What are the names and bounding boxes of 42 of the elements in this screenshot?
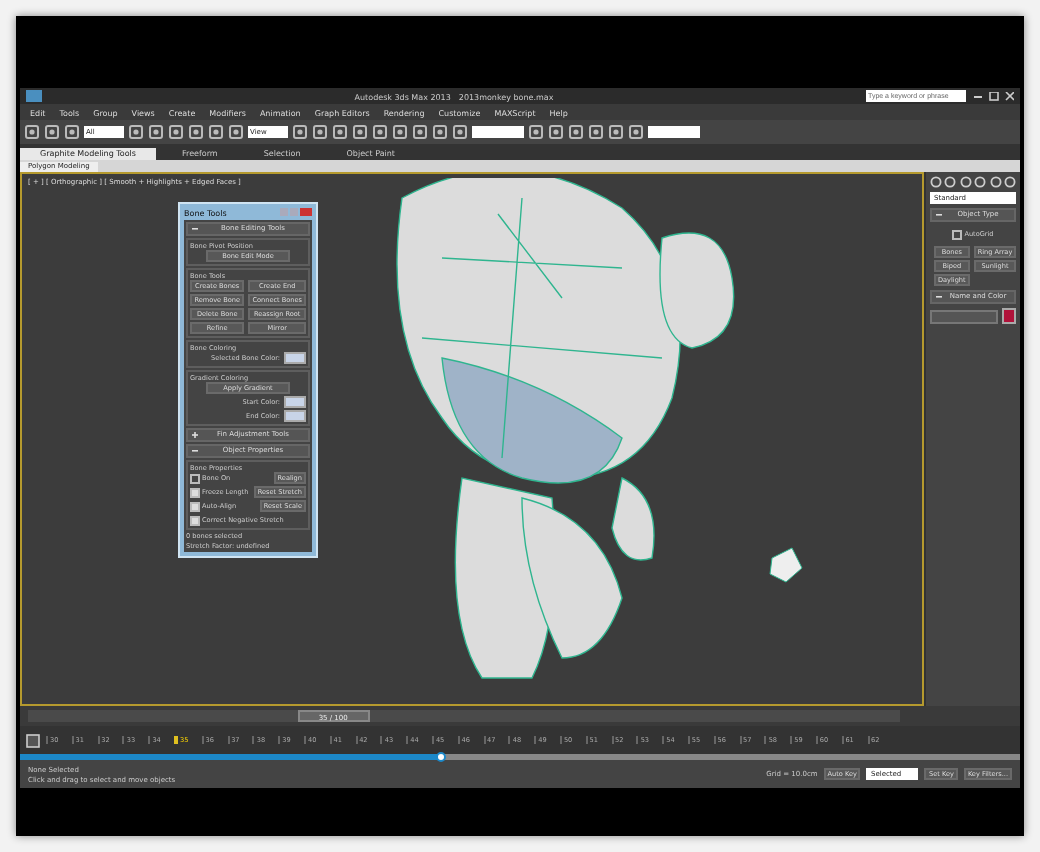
checkbox[interactable]: [190, 501, 200, 511]
toolbar-tool-icon[interactable]: [64, 124, 80, 140]
toolbar-tool-icon[interactable]: [168, 124, 184, 140]
key-icon[interactable]: [26, 733, 40, 747]
minus-icon: [936, 212, 942, 218]
toolbar-tool-icon[interactable]: [412, 124, 428, 140]
checkbox[interactable]: [190, 487, 200, 497]
minus-icon: [192, 448, 198, 454]
checkbox[interactable]: [952, 229, 963, 239]
color-swatch[interactable]: [284, 352, 306, 364]
toolbar-tool-icon[interactable]: [332, 124, 348, 140]
plus-icon: [192, 432, 198, 438]
toolbar-tool-icon[interactable]: [312, 124, 328, 140]
toolbar-tool-icon[interactable]: [188, 124, 204, 140]
toolbar-tool-icon[interactable]: [628, 124, 644, 140]
toolbar-tool-icon[interactable]: [352, 124, 368, 140]
window-controls-icon[interactable]: [974, 91, 1014, 101]
color-swatch[interactable]: [284, 410, 306, 422]
toolbar-tool-icon[interactable]: [588, 124, 604, 140]
toolbar-tool-icon[interactable]: [148, 124, 164, 140]
toolbar-tool-icon[interactable]: [44, 124, 60, 140]
toolbar-tool-icon[interactable]: [208, 124, 224, 140]
viewport[interactable]: [20, 172, 924, 706]
toolbar-tool-icon[interactable]: [432, 124, 448, 140]
toolbar-tool-icon[interactable]: [528, 124, 544, 140]
color-swatch[interactable]: [284, 396, 306, 408]
toolbar-tool-icon[interactable]: [568, 124, 584, 140]
checkbox[interactable]: [190, 515, 200, 525]
toolbar-tool-icon[interactable]: [548, 124, 564, 140]
toolbar-tool-icon[interactable]: [452, 124, 468, 140]
name-field[interactable]: [930, 309, 998, 323]
toolbar-tool-icon[interactable]: [24, 124, 40, 140]
toolbar-tool-icon[interactable]: [292, 124, 308, 140]
toolbar-tool-icon[interactable]: [372, 124, 388, 140]
toolbar-tool-icon[interactable]: [128, 124, 144, 140]
toolbar-tool-icon[interactable]: [392, 124, 408, 140]
toolbar-tool-icon[interactable]: [228, 124, 244, 140]
checkbox[interactable]: [190, 473, 200, 483]
toolbar-tool-icon[interactable]: [608, 124, 624, 140]
minus-icon: [936, 294, 942, 300]
minus-icon: [192, 226, 198, 232]
color-swatch[interactable]: [1002, 308, 1016, 324]
